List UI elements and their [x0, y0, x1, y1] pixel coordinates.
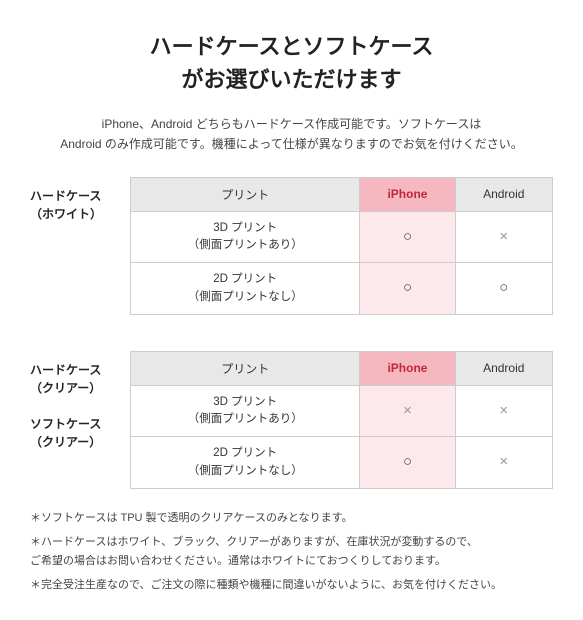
page: ハードケースとソフトケース がお選びいただけます iPhone、Android … [0, 0, 583, 620]
subtitle-text: iPhone、Android どちらもハードケース作成可能です。ソフトケースは … [30, 114, 553, 155]
col-header-android-1: Android [455, 177, 553, 211]
table-row: 2D プリント（側面プリントなし） ○ ○ [131, 263, 553, 315]
col-header-iphone-1: iPhone [360, 177, 455, 211]
main-title: ハードケースとソフトケース がお選びいただけます [30, 30, 553, 96]
row-label-hard-clear: ハードケース （クリアー） ソフトケース （クリアー） [30, 351, 130, 451]
table-row: 3D プリント（側面プリントあり） × × [131, 385, 553, 437]
row1-android: × [455, 211, 553, 263]
row4-label: 2D プリント（側面プリントなし） [131, 437, 360, 489]
col-header-print-2: プリント [131, 351, 360, 385]
row2-iphone: ○ [360, 263, 455, 315]
table2-wrap: プリント iPhone Android 3D プリント（側面プリントあり） × … [130, 351, 553, 489]
table1-wrap: プリント iPhone Android 3D プリント（側面プリントあり） ○ … [130, 177, 553, 315]
row2-label: 2D プリント（側面プリントなし） [131, 263, 360, 315]
row4-iphone: ○ [360, 437, 455, 489]
section-hard-clear: ハードケース （クリアー） ソフトケース （クリアー） プリント iPhone … [30, 351, 553, 489]
table-row: 3D プリント（側面プリントあり） ○ × [131, 211, 553, 263]
col-header-print-1: プリント [131, 177, 360, 211]
row4-android: × [455, 437, 553, 489]
table-hard-clear: プリント iPhone Android 3D プリント（側面プリントあり） × … [130, 351, 553, 489]
col-header-android-2: Android [455, 351, 553, 385]
note-2: ＊ハードケースはホワイト、ブラック、クリアーがありますが、在庫状況が変動するので… [30, 533, 553, 573]
gap [30, 331, 553, 351]
row3-iphone: × [360, 385, 455, 437]
table-hard-white: プリント iPhone Android 3D プリント（側面プリントあり） ○ … [130, 177, 553, 315]
row3-android: × [455, 385, 553, 437]
col-header-iphone-2: iPhone [360, 351, 455, 385]
table-row: 2D プリント（側面プリントなし） ○ × [131, 437, 553, 489]
note-3: ＊完全受注生産なので、ご注文の際に種類や機種に間違いがないように、お気を付けくだ… [30, 576, 553, 596]
row1-iphone: ○ [360, 211, 455, 263]
row2-android: ○ [455, 263, 553, 315]
row1-label: 3D プリント（側面プリントあり） [131, 211, 360, 263]
note-1: ＊ソフトケースは TPU 製で透明のクリアケースのみとなります。 [30, 509, 553, 529]
row-label-hard-white: ハードケース （ホワイト） [30, 177, 130, 223]
section-hard-white: ハードケース （ホワイト） プリント iPhone Android 3D プリン… [30, 177, 553, 315]
row3-label: 3D プリント（側面プリントあり） [131, 385, 360, 437]
